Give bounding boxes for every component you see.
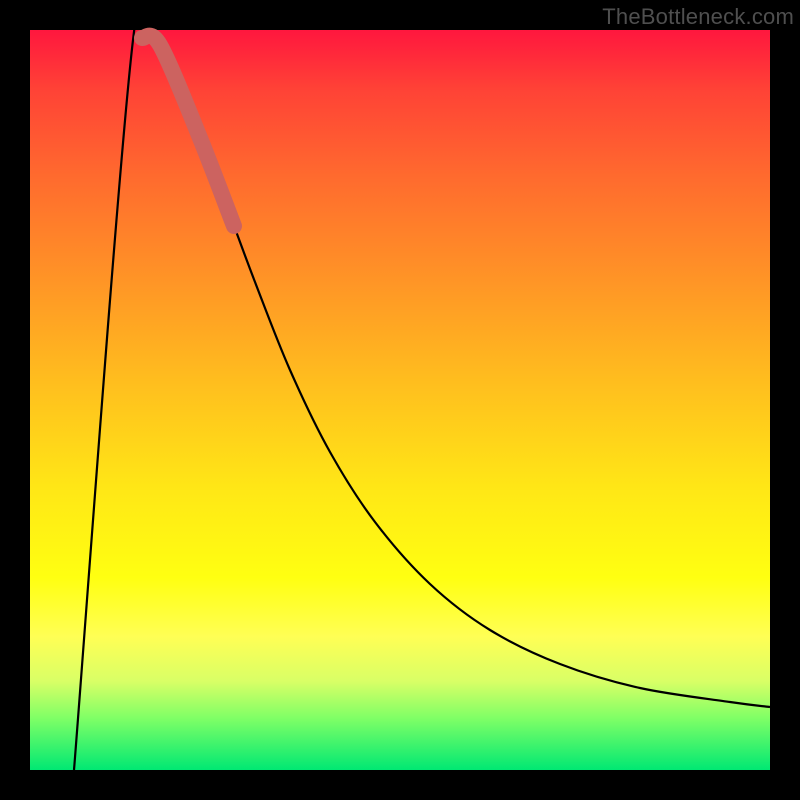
chart-frame: TheBottleneck.com xyxy=(0,0,800,800)
highlight-marker xyxy=(142,36,234,226)
curve-svg xyxy=(30,30,770,770)
bottleneck-curve xyxy=(74,0,770,770)
watermark-text: TheBottleneck.com xyxy=(602,4,794,30)
